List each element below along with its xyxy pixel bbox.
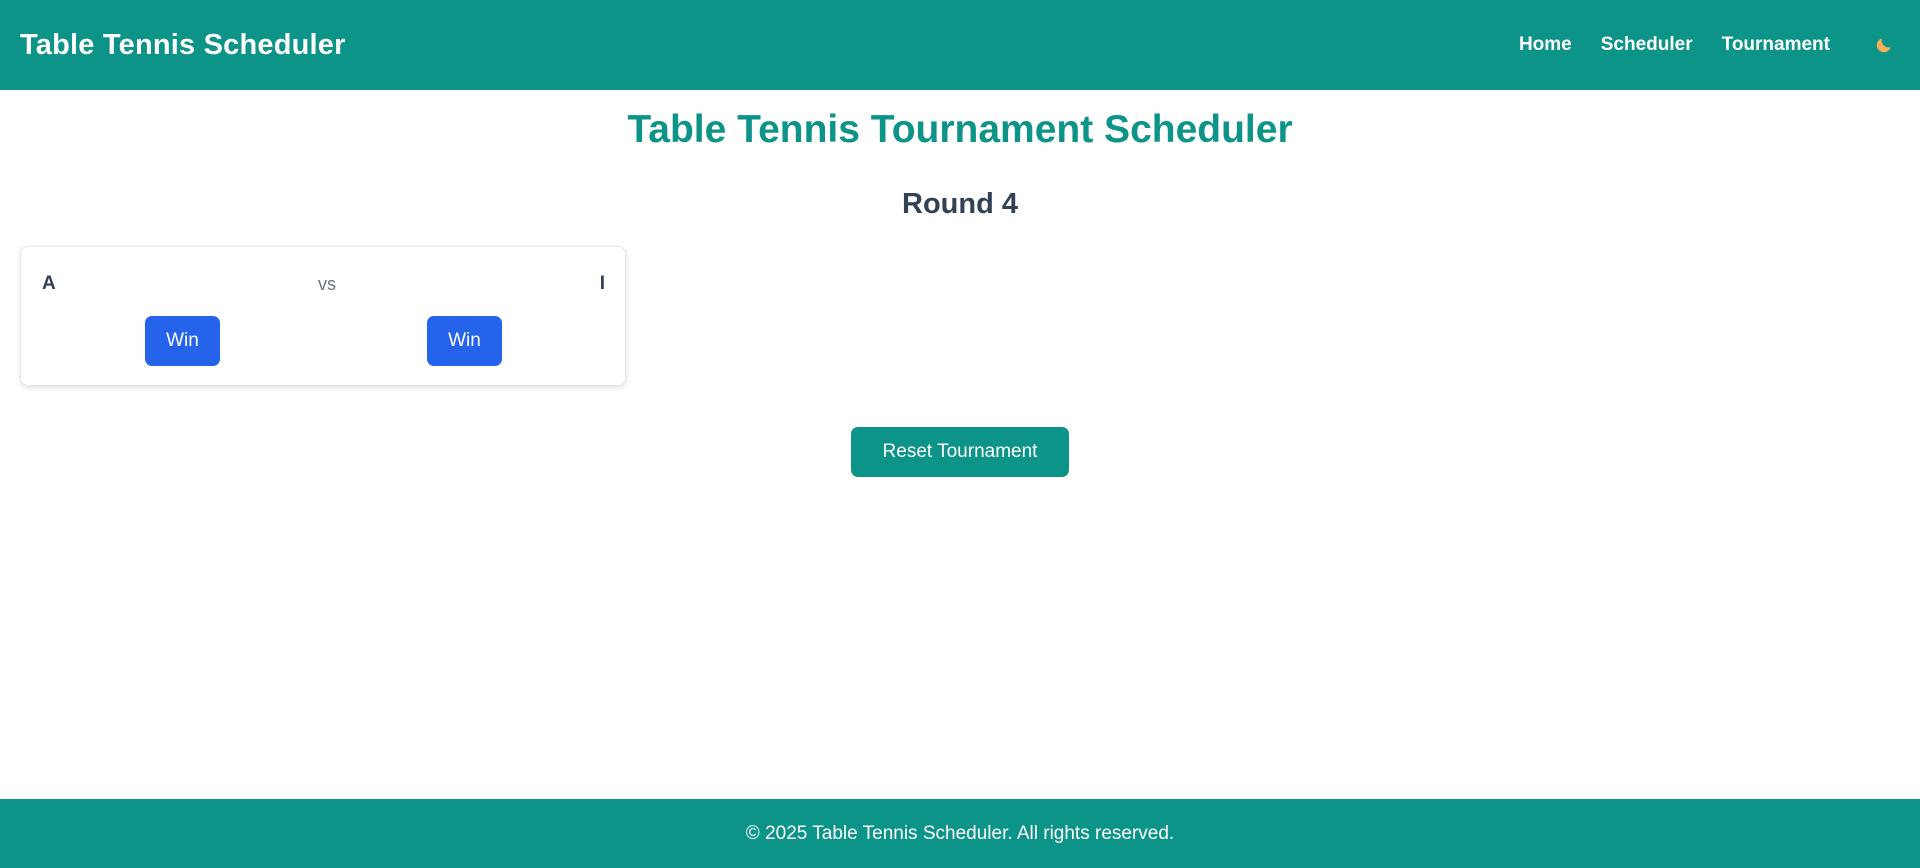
vs-label: vs (318, 274, 336, 294)
theme-toggle-button[interactable] (1872, 33, 1896, 57)
brand-title[interactable]: Table Tennis Scheduler (20, 29, 346, 62)
moon-icon (1876, 38, 1891, 53)
reset-tournament-button[interactable]: Reset Tournament (851, 427, 1069, 477)
win-player-b-button[interactable]: Win (427, 316, 502, 366)
footer-copyright: © 2025 Table Tennis Scheduler. All right… (745, 822, 1175, 844)
page-title: Table Tennis Tournament Scheduler (627, 108, 1293, 151)
nav-link-home[interactable]: Home (1519, 34, 1572, 56)
player-b-name: I (599, 273, 605, 294)
player-a-name: A (42, 273, 56, 294)
navbar: Table Tennis Scheduler Home Scheduler To… (0, 0, 1920, 90)
win-player-a-button[interactable]: Win (145, 316, 220, 366)
nav-link-tournament[interactable]: Tournament (1722, 34, 1830, 56)
main-nav: Home Scheduler Tournament (1490, 33, 1900, 57)
round-title: Round 4 (902, 188, 1018, 220)
nav-link-scheduler[interactable]: Scheduler (1601, 34, 1693, 56)
footer: © 2025 Table Tennis Scheduler. All right… (0, 799, 1920, 868)
page: Table Tennis Scheduler Home Scheduler To… (0, 0, 1920, 868)
match-card: A vs I Win Win (20, 246, 626, 386)
